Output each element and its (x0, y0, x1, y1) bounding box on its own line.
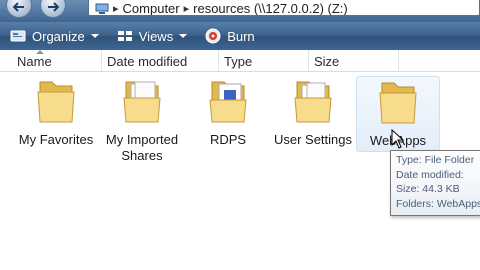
folder-icon (37, 81, 75, 123)
address-bar-row: ▸ Computer ▸ resources (\\127.0.0.2) (Z:… (0, 0, 480, 22)
views-icon (117, 31, 132, 41)
list-item[interactable]: My Favorites (14, 76, 98, 148)
organize-icon (10, 30, 26, 42)
column-headers: Name Date modified Type Size (0, 50, 480, 72)
disc-burn-icon (205, 28, 221, 44)
breadcrumb-chevron-icon: ▸ (183, 2, 190, 15)
folder-icon (379, 82, 417, 124)
burn-label: Burn (227, 28, 255, 44)
views-button[interactable]: Views (117, 25, 188, 47)
back-button[interactable] (6, 0, 32, 18)
views-label: Views (138, 28, 174, 44)
computer-icon (95, 3, 109, 14)
item-label: User Settings (273, 132, 353, 147)
item-label: My Favorites (18, 132, 94, 147)
item-info-tooltip: Type: File Folder Date modified: Size: 4… (390, 150, 480, 216)
list-item[interactable]: RDPS (186, 76, 270, 148)
command-toolbar: Organize Views Burn (0, 22, 480, 50)
column-header-type[interactable]: Type (219, 50, 309, 72)
folder-documents-icon (294, 81, 332, 123)
column-header-date-modified[interactable]: Date modified (102, 50, 219, 72)
item-label: My Imported Shares (105, 132, 179, 163)
breadcrumb-computer[interactable]: Computer (123, 1, 180, 16)
folder-documents-icon (209, 81, 247, 123)
forward-arrow-icon (48, 2, 59, 12)
column-header-name[interactable]: Name (12, 50, 102, 72)
back-arrow-icon (13, 2, 24, 12)
mouse-pointer-icon (391, 129, 404, 149)
tooltip-folders: Folders: WebApps (396, 197, 480, 210)
column-header-size[interactable]: Size (309, 50, 399, 72)
tooltip-date-modified: Date modified: (396, 168, 464, 181)
tooltip-type: Type: File Folder (396, 154, 475, 166)
forward-button[interactable] (40, 0, 66, 18)
breadcrumb-chevron-icon: ▸ (113, 2, 119, 15)
tooltip-size: Size: 44.3 KB (396, 183, 460, 195)
organize-label: Organize (32, 28, 85, 44)
breadcrumb-drive[interactable]: resources (\\127.0.0.2) (Z:) (193, 1, 348, 16)
burn-button[interactable]: Burn (205, 25, 255, 47)
chevron-down-icon (179, 34, 188, 38)
organize-button[interactable]: Organize (10, 25, 99, 47)
chevron-down-icon (90, 34, 99, 38)
item-label: RDPS (209, 132, 247, 147)
list-item[interactable]: User Settings (271, 76, 355, 148)
folder-documents-icon (123, 81, 161, 123)
list-item[interactable]: My Imported Shares (100, 76, 184, 164)
address-field[interactable]: ▸ Computer ▸ resources (\\127.0.0.2) (Z:… (88, 0, 480, 16)
